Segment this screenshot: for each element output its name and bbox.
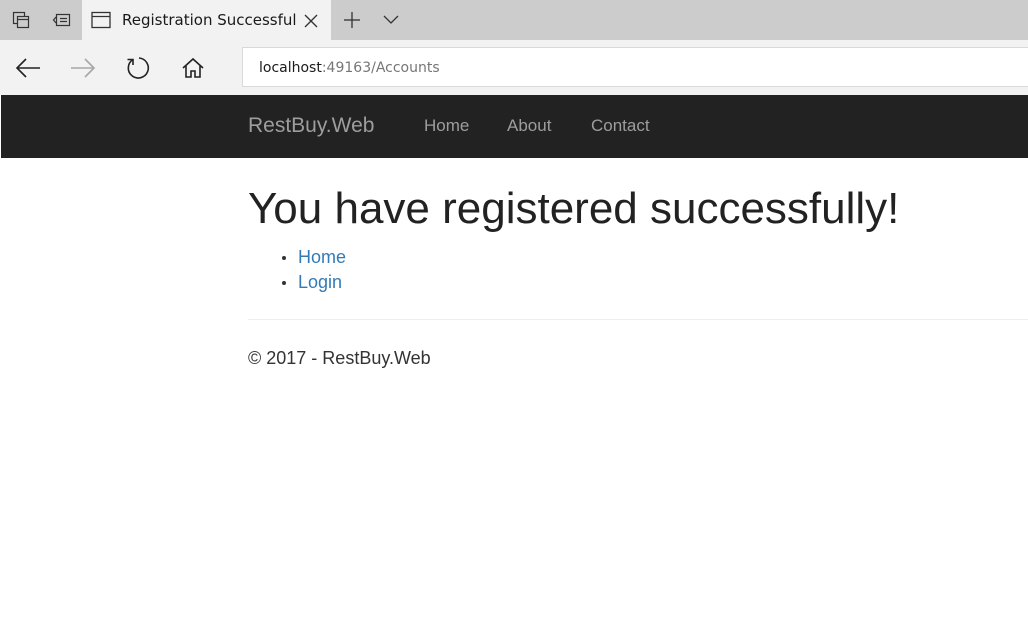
tab-list-button[interactable] — [375, 0, 407, 40]
brand-link[interactable]: RestBuy.Web — [248, 114, 374, 138]
refresh-icon — [127, 57, 150, 79]
nav-home-link[interactable]: Home — [424, 116, 469, 136]
bullet — [282, 256, 286, 260]
footer-copyright: © 2017 - RestBuy.Web — [248, 348, 431, 368]
browser-window: Registration Successful localhost:49163/… — [0, 0, 1028, 633]
list-item: Home — [248, 246, 346, 271]
set-tabs-aside-icon — [52, 13, 71, 27]
browser-toolbar: localhost:49163/Accounts — [0, 40, 1028, 95]
home-icon — [182, 57, 204, 78]
bullet — [282, 281, 286, 285]
site-navbar: RestBuy.Web Home About Contact — [1, 95, 1028, 158]
plus-icon — [344, 12, 360, 28]
refresh-button[interactable] — [118, 48, 158, 88]
tab-manager-icon — [12, 11, 30, 29]
page-icon — [91, 11, 111, 29]
tab-strip: Registration Successful — [0, 0, 1028, 40]
list-item: Login — [248, 271, 346, 296]
back-arrow-icon — [15, 58, 40, 78]
forward-button[interactable] — [63, 48, 103, 88]
login-link[interactable]: Login — [298, 272, 342, 292]
chevron-down-icon — [383, 15, 399, 24]
page-heading: You have registered successfully! — [248, 184, 900, 233]
close-tab-button[interactable] — [300, 10, 322, 32]
address-bar[interactable]: localhost:49163/Accounts — [242, 47, 1028, 87]
home-link[interactable]: Home — [298, 247, 346, 267]
forward-arrow-icon — [71, 58, 96, 78]
url-host: localhost — [259, 60, 322, 76]
url-path: :49163/Accounts — [321, 60, 440, 76]
tab-manager-button[interactable] — [5, 0, 37, 40]
set-tabs-aside-button[interactable] — [46, 0, 78, 40]
new-tab-button[interactable] — [336, 0, 368, 40]
nav-contact-link[interactable]: Contact — [591, 116, 650, 136]
url-text: localhost:49163/Accounts — [259, 60, 440, 76]
active-tab[interactable]: Registration Successful — [82, 0, 331, 40]
back-button[interactable] — [8, 48, 48, 88]
tab-title: Registration Successful — [122, 11, 297, 29]
footer-divider — [248, 319, 1028, 320]
link-list: Home Login — [248, 246, 346, 296]
nav-about-link[interactable]: About — [507, 116, 551, 136]
home-button[interactable] — [173, 48, 213, 88]
close-icon — [304, 14, 318, 28]
